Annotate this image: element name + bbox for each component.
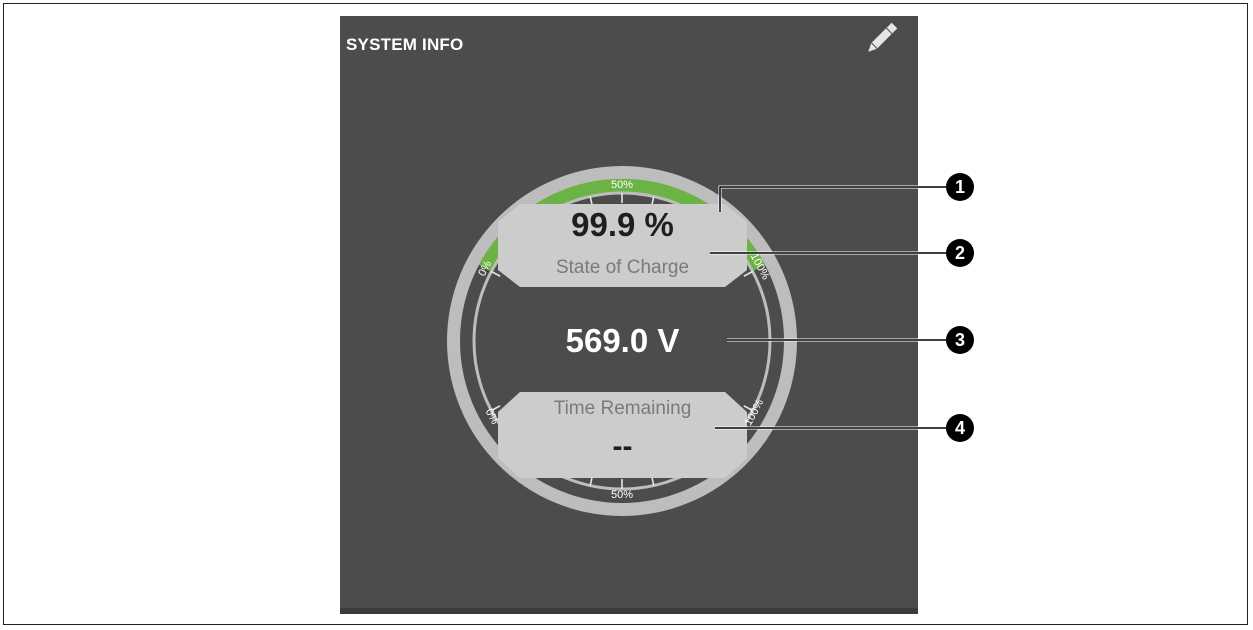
voltage-value: 569.0 V [565, 322, 680, 359]
state-of-charge-value: 99.9 % [571, 206, 674, 243]
callout-marker-4: 4 [946, 414, 974, 442]
soc-tick-mid: 50% [611, 179, 633, 191]
time-tick-mid: 50% [611, 489, 633, 501]
callout-marker-1: 1 [946, 173, 974, 201]
time-remaining-value: -- [612, 430, 633, 463]
callout-marker-2: 2 [946, 239, 974, 267]
callout-marker-3: 3 [946, 326, 974, 354]
gauge-graphic: 50% 0% 100% 50% 0% 100% [447, 166, 946, 516]
state-of-charge-label: State of Charge [555, 257, 690, 278]
time-remaining-label: Time Remaining [553, 398, 692, 419]
